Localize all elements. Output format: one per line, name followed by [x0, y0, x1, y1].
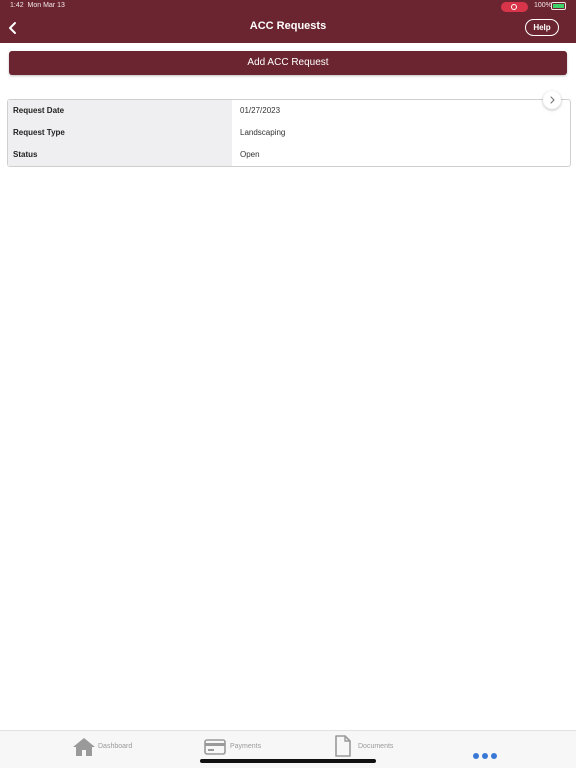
request-type-row: Request Type Landscaping [8, 122, 570, 144]
add-acc-request-button[interactable]: Add ACC Request [9, 51, 567, 75]
document-icon [335, 735, 351, 757]
status-bar: 1:42 Mon Mar 13 100% [0, 0, 576, 13]
request-date-label: Request Date [8, 100, 232, 122]
more-icon [473, 753, 497, 759]
chevron-right-icon [550, 96, 555, 104]
tab-payments-label: Payments [230, 743, 262, 750]
battery-icon [551, 2, 566, 10]
help-button[interactable]: Help [525, 19, 559, 36]
status-time: 1:42 Mon Mar 13 [10, 2, 65, 9]
request-date-value: 01/27/2023 [240, 106, 281, 115]
request-type-label: Request Type [8, 122, 232, 144]
tab-dashboard[interactable]: Dashboard [70, 731, 140, 765]
page-title: ACC Requests [249, 20, 327, 32]
status-row: Status Open [8, 144, 570, 166]
status-label: Status [8, 144, 232, 166]
status-value: Open [240, 150, 260, 159]
card-icon [204, 739, 226, 755]
tab-dashboard-label: Dashboard [98, 743, 133, 750]
app-header: 1:42 Mon Mar 13 100% ACC Requests Help [0, 0, 576, 43]
recording-indicator-icon [501, 2, 528, 12]
home-indicator [200, 759, 376, 763]
request-date-row: Request Date 01/27/2023 [8, 100, 570, 122]
tab-more[interactable] [468, 731, 502, 765]
request-card[interactable]: Request Date 01/27/2023 Request Type Lan… [7, 99, 571, 167]
home-icon [73, 738, 95, 756]
battery-percent: 100% [534, 2, 552, 9]
open-request-button[interactable] [543, 91, 561, 109]
request-type-value: Landscaping [240, 128, 286, 137]
tab-documents-label: Documents [358, 743, 394, 750]
